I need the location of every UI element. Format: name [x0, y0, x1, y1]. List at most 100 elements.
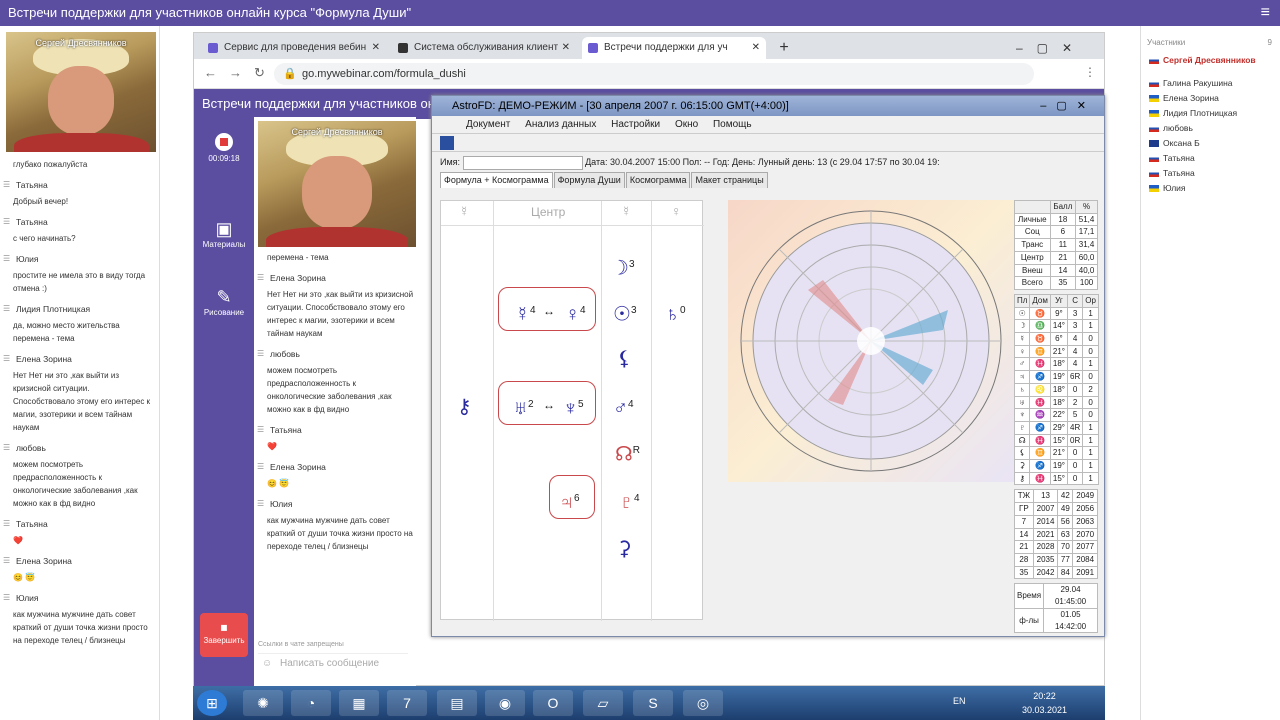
- menu-icon[interactable]: ≡: [1261, 0, 1270, 26]
- close-icon[interactable]: ✕: [752, 37, 760, 59]
- chat-message: ❤️: [267, 442, 277, 451]
- taskbar-app-icon[interactable]: ✺: [243, 690, 283, 716]
- table-cell: ♐: [1029, 370, 1051, 384]
- tab-cosmogram[interactable]: Космограмма: [625, 172, 691, 188]
- table-cell: 77: [1057, 552, 1074, 567]
- record-timer[interactable]: 00:09:18: [194, 133, 254, 163]
- participant-item[interactable]: Татьяна: [1141, 166, 1280, 181]
- participant-item[interactable]: Елена Зорина: [1141, 91, 1280, 106]
- participant-item[interactable]: Лидия Плотницкая: [1141, 106, 1280, 121]
- table-cell: ♓: [1029, 395, 1051, 410]
- stop-icon: ⏹: [220, 619, 228, 635]
- table-row: ☽ ♎ 14° 3 1: [1013, 319, 1099, 334]
- stop-button[interactable]: ⏹ Завершить: [200, 613, 248, 657]
- folder-icon[interactable]: ▤: [437, 690, 477, 716]
- url-input[interactable]: 🔒 go.mywebinar.com/formula_dushi: [274, 63, 1034, 85]
- presenter-name: Сергей Дресвянников: [291, 127, 383, 137]
- participant-item[interactable]: любовь: [1141, 121, 1280, 136]
- language-indicator[interactable]: EN: [953, 696, 966, 706]
- participant-item[interactable]: Сергей Дресвянников: [1141, 53, 1280, 68]
- table-cell: 18°: [1049, 357, 1069, 372]
- table-cell: ♉: [1029, 306, 1051, 321]
- menu-help[interactable]: Помощь: [713, 119, 752, 130]
- name-input[interactable]: [462, 155, 583, 170]
- table-cell: 70: [1057, 540, 1074, 554]
- tab-support-meetings[interactable]: Встречи поддержки для уч ✕: [582, 37, 766, 59]
- start-button[interactable]: ⊞: [197, 690, 227, 716]
- chat-message: Нет Нет ни это ,как выйти из кризисной с…: [13, 371, 151, 432]
- emoji-icon[interactable]: ☺: [262, 654, 272, 674]
- flag-icon: [1149, 170, 1159, 177]
- table-cell: ♒: [1029, 408, 1051, 422]
- new-tab-button[interactable]: +: [772, 37, 796, 59]
- tab-webinar-service[interactable]: Сервис для проведения вебин ✕: [202, 37, 386, 59]
- table-row: ⚸ ♊ 21° 0 1: [1013, 446, 1099, 461]
- close-icon[interactable]: ✕: [562, 37, 570, 59]
- tab-client-service[interactable]: Система обслуживания клиент ✕: [392, 37, 576, 59]
- ceres-icon: ⚳: [617, 538, 632, 560]
- skype-icon[interactable]: S: [633, 690, 673, 716]
- taskbar-app-icon[interactable]: ▦: [339, 690, 379, 716]
- table-cell: 0: [1082, 395, 1099, 410]
- tab-page-layout[interactable]: Макет страницы: [691, 172, 768, 188]
- table-cell: 2007: [1032, 502, 1059, 516]
- taskbar-app-icon[interactable]: ◔: [291, 690, 331, 716]
- chat-input[interactable]: ☺ Написать сообщение: [258, 653, 408, 673]
- tab-formula-soul[interactable]: Формула Души: [553, 172, 625, 188]
- table-cell: 2063: [1072, 514, 1098, 529]
- table-cell: 4: [1066, 344, 1084, 359]
- table-row: ТЖ 13 42 2049: [1014, 489, 1098, 504]
- chat-message: глубако пожалуйста: [13, 160, 88, 169]
- table-cell: 40,0: [1075, 263, 1098, 278]
- taskbar-app-icon[interactable]: ◉: [485, 690, 525, 716]
- taskbar-app-icon[interactable]: ▱: [583, 690, 623, 716]
- chat-message: можем посмотреть предрасположенность к о…: [13, 460, 138, 508]
- more-icon[interactable]: ⋮: [1084, 65, 1096, 79]
- table-cell: 4: [1066, 332, 1084, 346]
- pol-select[interactable]: --: [704, 157, 710, 167]
- chrome-icon[interactable]: ◎: [683, 690, 723, 716]
- time-value[interactable]: 15:00: [658, 157, 681, 167]
- clock[interactable]: 20:22 30.03.2021: [1022, 689, 1067, 717]
- participant-item[interactable]: Юлия: [1141, 181, 1280, 196]
- window-controls[interactable]: –▢✕: [1040, 96, 1096, 116]
- scores-table: Балл% Личные 18 51,4 Соц 6 17,1 Транс 11 31,4 Цент…: [1013, 200, 1099, 634]
- flag-icon: [1149, 155, 1159, 162]
- toolbar-icon[interactable]: [440, 136, 454, 150]
- table-cell: 6R: [1066, 370, 1084, 384]
- menu-document[interactable]: Документ: [466, 119, 510, 130]
- table-header: Дом: [1029, 293, 1051, 308]
- window-controls[interactable]: –▢✕: [1016, 37, 1096, 59]
- drawing-button[interactable]: ✎ Рисование: [194, 287, 254, 317]
- table-cell: 29.04 01:45:00: [1043, 583, 1098, 609]
- opera-icon[interactable]: O: [533, 690, 573, 716]
- table-cell: 60,0: [1075, 250, 1098, 265]
- menu-analysis[interactable]: Анализ данных: [525, 119, 596, 130]
- materials-button[interactable]: ▣ Материалы: [194, 219, 254, 249]
- chat-author: Татьяна: [0, 177, 152, 193]
- date-value[interactable]: 30.04.2007: [610, 157, 655, 167]
- venus-icon: ♀4: [565, 303, 586, 326]
- chat-message: простите не имела это в виду тогда отмен…: [13, 271, 146, 293]
- table-cell: Личные: [1014, 212, 1051, 227]
- table-cell: 0: [1082, 344, 1099, 359]
- flag-icon: [1149, 110, 1159, 117]
- flag-icon: [1149, 140, 1159, 147]
- participant-item[interactable]: Оксана Б: [1141, 136, 1280, 151]
- chat-message: ❤️: [13, 536, 23, 545]
- tab-formula-cosmogram[interactable]: Формула + Космограмма: [440, 172, 553, 188]
- table-cell: Соц: [1014, 225, 1051, 240]
- chat-author: Юлия: [254, 496, 414, 512]
- table-cell: ♐: [1029, 459, 1051, 473]
- tab-label: Сервис для проведения вебин: [224, 42, 367, 53]
- menu-window[interactable]: Окно: [675, 119, 698, 130]
- taskbar-app-icon[interactable]: 7: [387, 690, 427, 716]
- menu-settings[interactable]: Настройки: [611, 119, 660, 130]
- mercury-icon: ☿: [621, 203, 632, 219]
- table-cell: 63: [1057, 527, 1074, 542]
- close-icon[interactable]: ✕: [372, 37, 380, 59]
- nav-icons[interactable]: ←→↻: [204, 65, 277, 81]
- uranus-icon: ♅2: [513, 397, 534, 420]
- participant-item[interactable]: Галина Ракушина: [1141, 76, 1280, 91]
- participant-item[interactable]: Татьяна: [1141, 151, 1280, 166]
